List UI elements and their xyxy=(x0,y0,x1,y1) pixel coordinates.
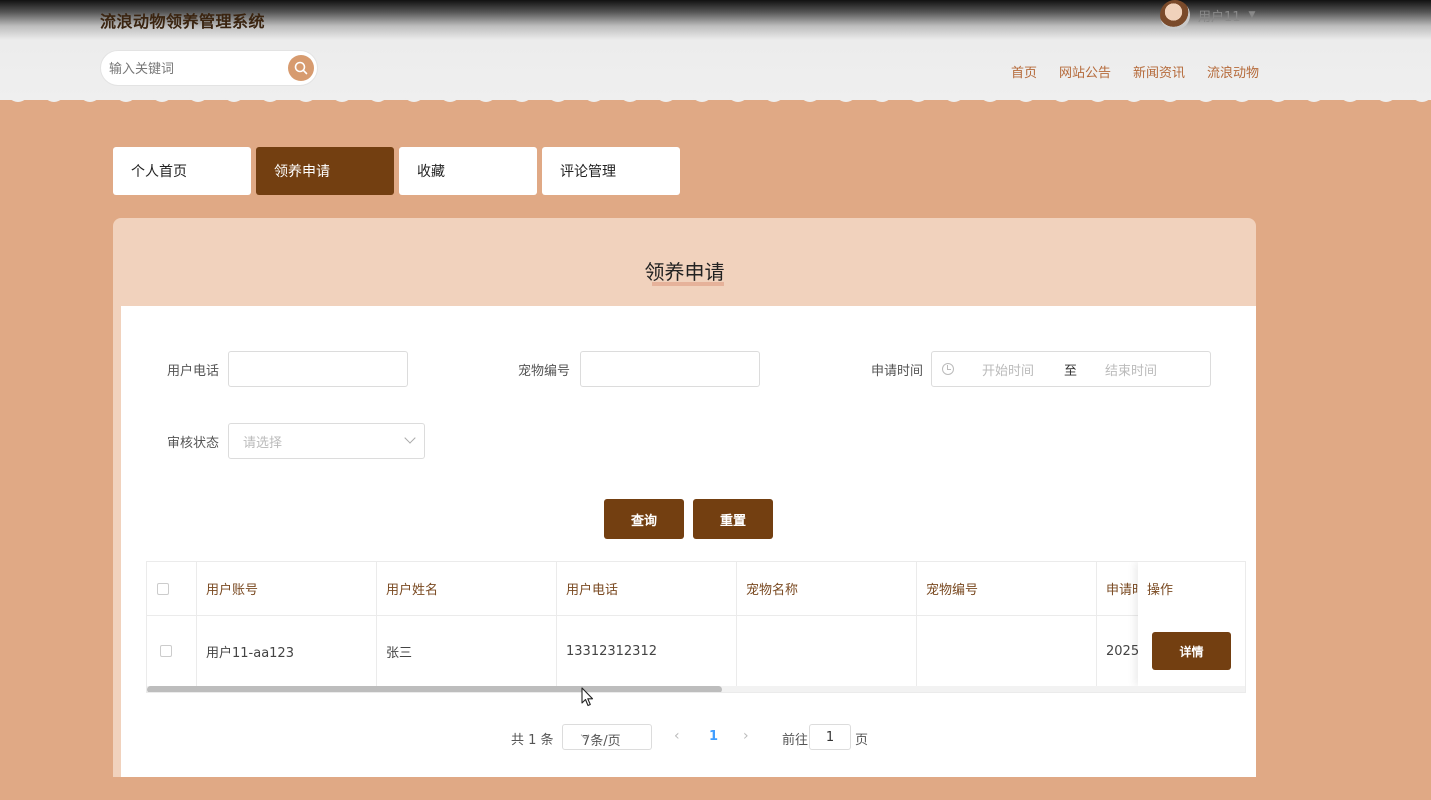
panel-title: 领养申请 xyxy=(644,260,725,284)
cell-user-account: 用户11-aa123 xyxy=(197,616,377,686)
pagination: 共 1 条 7条/页 ‹ 1 › 前往 1 页 xyxy=(121,724,1256,750)
adoption-panel: 领养申请 用户电话 宠物编号 申请时间 开始时间 至 结束时间 审核状态 请选择… xyxy=(113,218,1256,777)
goto-page-input[interactable]: 1 xyxy=(809,724,851,750)
detail-button[interactable]: 详情 xyxy=(1152,632,1231,670)
profile-tabs: 个人首页 领养申请 收藏 评论管理 xyxy=(113,147,680,195)
reset-button[interactable]: 重置 xyxy=(693,499,773,539)
row-checkbox[interactable] xyxy=(160,645,172,657)
query-button[interactable]: 查询 xyxy=(604,499,684,539)
pagination-total: 共 1 条 xyxy=(511,733,554,748)
tab-favorites[interactable]: 收藏 xyxy=(399,147,537,195)
horizontal-scrollbar[interactable] xyxy=(147,686,1245,692)
page-suffix: 页 xyxy=(855,733,869,748)
select-all-cell xyxy=(147,562,197,615)
user-menu[interactable]: 用户11 ▼ xyxy=(1160,0,1255,30)
review-status-label: 审核状态 xyxy=(167,436,220,451)
goto-label: 前往 xyxy=(782,733,809,748)
page-size-select[interactable]: 7条/页 xyxy=(562,724,652,750)
panel-title-wrap: 领养申请 xyxy=(113,256,1256,286)
pet-number-input[interactable] xyxy=(580,351,760,387)
start-time-input[interactable]: 开始时间 xyxy=(982,360,1034,379)
pet-number-label: 宠物编号 xyxy=(518,364,571,379)
operation-column: 操作 详情 xyxy=(1138,562,1245,686)
col-user-name[interactable]: 用户姓名 xyxy=(377,562,557,615)
tab-adoption-applications[interactable]: 领养申请 xyxy=(256,147,394,195)
cell-user-name: 张三 xyxy=(377,616,557,686)
top-nav: 首页 网站公告 新闻资讯 流浪动物 xyxy=(1011,62,1259,81)
search-input[interactable] xyxy=(109,59,279,79)
col-pet-name[interactable]: 宠物名称 xyxy=(737,562,917,615)
phone-input[interactable] xyxy=(228,351,408,387)
clock-icon xyxy=(942,363,954,375)
scrollbar-thumb[interactable] xyxy=(147,686,722,692)
search-icon xyxy=(294,61,308,75)
mouse-cursor-icon xyxy=(581,687,594,707)
search-button[interactable] xyxy=(288,55,314,81)
col-pet-number[interactable]: 宠物编号 xyxy=(917,562,1097,615)
apply-time-label: 申请时间 xyxy=(871,364,924,379)
avatar[interactable] xyxy=(1160,0,1190,30)
table-row: 用户11-aa123 张三 13312312312 2025- xyxy=(147,616,1245,686)
col-user-phone[interactable]: 用户电话 xyxy=(557,562,737,615)
col-user-account[interactable]: 用户账号 xyxy=(197,562,377,615)
chevron-down-icon[interactable]: ▼ xyxy=(1249,10,1256,20)
prev-page-icon[interactable]: ‹ xyxy=(674,728,680,744)
select-all-checkbox[interactable] xyxy=(157,582,169,595)
panel-content: 用户电话 宠物编号 申请时间 开始时间 至 结束时间 审核状态 请选择 查询 重… xyxy=(121,306,1256,777)
nav-news[interactable]: 新闻资讯 xyxy=(1133,62,1185,81)
search-box xyxy=(100,50,318,86)
table-header: 用户账号 用户姓名 用户电话 宠物名称 宠物编号 申请时间 xyxy=(147,562,1245,616)
end-time-input[interactable]: 结束时间 xyxy=(1105,360,1157,379)
cell-user-phone: 13312312312 xyxy=(557,616,737,686)
applications-table: 用户账号 用户姓名 用户电话 宠物名称 宠物编号 申请时间 用户11-aa123… xyxy=(146,561,1246,693)
tab-personal-home[interactable]: 个人首页 xyxy=(113,147,251,195)
nav-announcements[interactable]: 网站公告 xyxy=(1059,62,1111,81)
col-operation: 操作 xyxy=(1147,583,1174,598)
tab-comment-management[interactable]: 评论管理 xyxy=(542,147,680,195)
chevron-down-icon xyxy=(404,432,416,444)
cell-pet-name xyxy=(737,616,917,686)
user-name[interactable]: 用户11 xyxy=(1198,6,1241,25)
nav-stray-animals[interactable]: 流浪动物 xyxy=(1207,62,1259,81)
review-status-placeholder: 请选择 xyxy=(243,436,283,451)
header: 流浪动物领养管理系统 用户11 ▼ 首页 网站公告 新闻资讯 流浪动物 xyxy=(0,0,1431,102)
next-page-icon[interactable]: › xyxy=(743,728,749,744)
row-select-cell xyxy=(147,616,197,686)
header-wave-border xyxy=(0,94,1431,102)
cell-pet-number xyxy=(917,616,1097,686)
nav-home[interactable]: 首页 xyxy=(1011,62,1037,81)
site-title: 流浪动物领养管理系统 xyxy=(100,12,266,31)
current-page[interactable]: 1 xyxy=(709,729,718,744)
apply-time-range[interactable]: 开始时间 至 结束时间 xyxy=(931,351,1211,387)
phone-label: 用户电话 xyxy=(167,364,220,379)
review-status-select[interactable]: 请选择 xyxy=(228,423,425,459)
range-separator: 至 xyxy=(1064,364,1078,379)
